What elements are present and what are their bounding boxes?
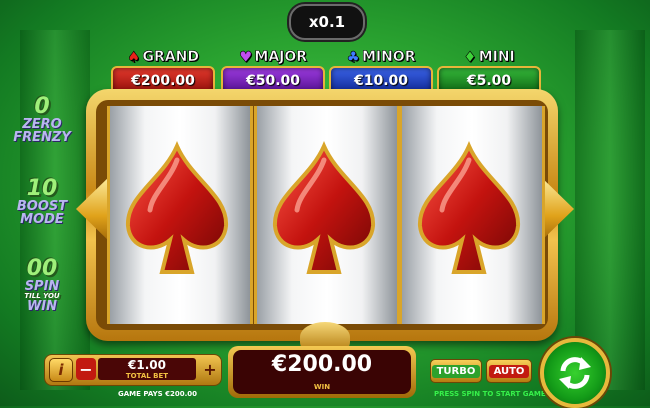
decrease-bet-button[interactable]: − [76, 358, 96, 380]
club-icon: ♣ [346, 47, 360, 66]
total-bet-label: TOTAL BET [125, 372, 169, 380]
info-button[interactable]: i [49, 358, 73, 382]
jackpot-major-label: MAJOR [254, 49, 308, 66]
jackpot-minor-label: MINOR [361, 49, 416, 66]
feature-spin-line2: WIN [26, 299, 58, 314]
autoplay-button-label: AUTO [488, 364, 530, 378]
multiplier-display: x0.1 [289, 4, 365, 40]
spade-symbol-reel-2 [272, 141, 376, 274]
spade-symbol-reel-1 [125, 141, 229, 274]
feature-boost-mode-line2: MODE [20, 212, 64, 227]
feature-boost-mode: 10 BOOST MODE [6, 176, 78, 227]
game-pays-text: GAME PAYS €200.00 [118, 390, 198, 398]
win-value: €200.00 [271, 352, 373, 377]
feature-spin-number: 00 [26, 256, 58, 281]
spin-button[interactable] [540, 338, 610, 408]
total-bet-value: €1.00 [128, 358, 166, 372]
diamond-icon: ♦ [463, 47, 477, 66]
feature-zero-frenzy-line2: FRENZY [13, 130, 71, 145]
feature-spin-till-you-win: 00 SPIN TILL YOU WIN [6, 256, 78, 314]
heart-icon: ♥ [238, 47, 253, 66]
win-label: WIN [313, 383, 331, 391]
refresh-arrows-icon [559, 357, 591, 389]
turbo-button[interactable]: TURBO [430, 359, 482, 383]
feature-zero-frenzy: 0 ZERO FRENZY [6, 94, 78, 145]
feature-zero-frenzy-number: 0 [34, 94, 50, 119]
increase-bet-button[interactable]: + [200, 358, 220, 380]
background-pillar-right [575, 30, 645, 390]
autoplay-button[interactable]: AUTO [486, 359, 532, 383]
jackpot-grand-label: GRAND [142, 49, 199, 66]
turbo-button-label: TURBO [431, 364, 481, 378]
feature-boost-mode-number: 10 [26, 176, 58, 201]
spade-symbol-reel-3 [417, 141, 521, 274]
press-spin-hint: PRESS SPIN TO START GAME [434, 390, 546, 398]
jackpot-mini-label: MINI [478, 49, 515, 66]
spade-icon: ♠ [127, 47, 141, 66]
